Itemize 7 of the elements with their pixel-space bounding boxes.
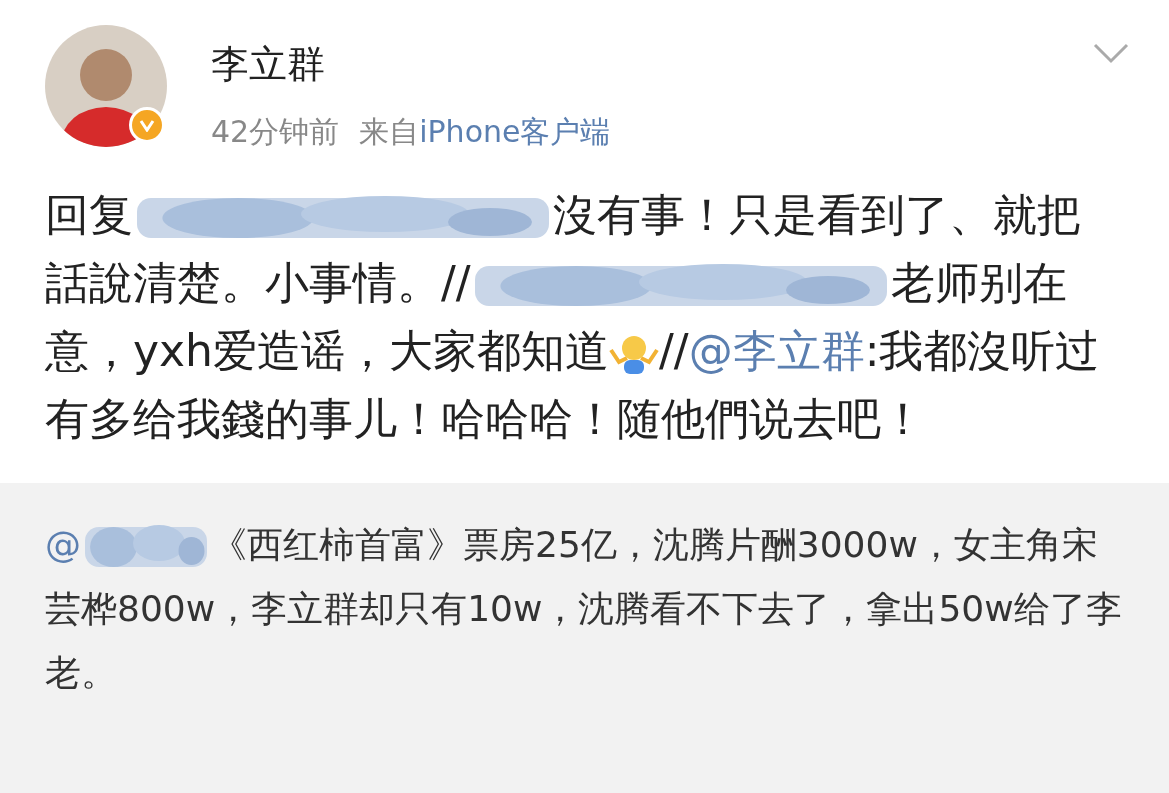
repost-text: @ 《西红柿首富》票房25亿，沈腾片酬3000w，女主角宋芸桦800w，李立群却只有10w，沈腾看不下去了，拿出50w给了李老。 [45, 513, 1124, 705]
mention-link[interactable]: @ [45, 524, 81, 565]
post-time: 42分钟前 [211, 113, 340, 151]
post-source: 来自 iPhone客户端 [359, 113, 611, 151]
mention-link[interactable]: @李立群 [688, 325, 865, 376]
post-text: 回复 沒有事！只是看到了、就把話說清楚。小事情。// 老师别在意，yxh爱造谣，大家都知道 //@李立群:我都沒听过有多给我錢的事儿！哈哈哈！随他們说去吧！ [45, 188, 1101, 446]
author-name[interactable]: 李立群 [211, 39, 1049, 90]
